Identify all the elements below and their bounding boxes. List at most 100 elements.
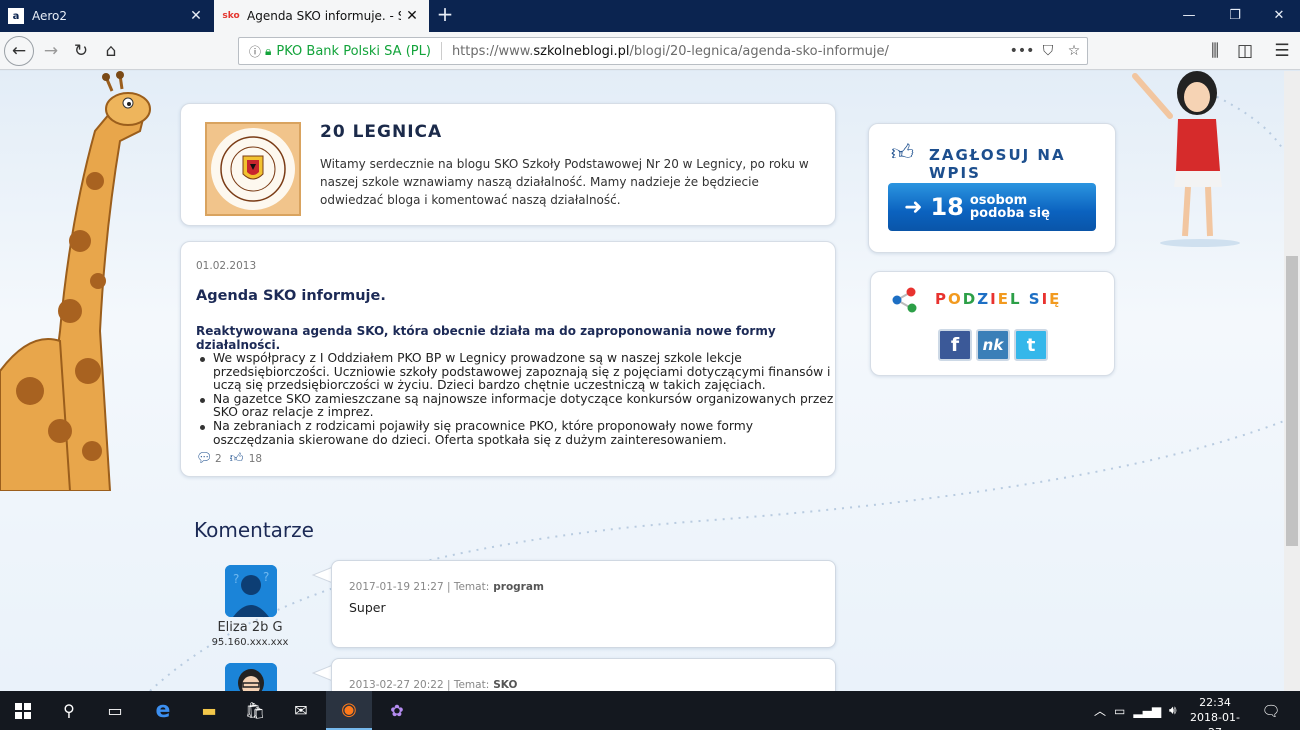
share-title-letter: Z [977,290,991,308]
aero2-favicon-icon: a [8,8,24,24]
likes-count[interactable]: 18 [249,453,262,465]
school-crest-logo[interactable] [205,122,301,216]
pocket-icon[interactable]: ⛉ [1035,43,1061,59]
chevron-up-icon[interactable]: ︿ [1094,702,1106,719]
comment-item: 2013-02-27 20:22 | Temat: SKO [331,658,836,691]
thumbs-up-icon: 👍︎ [891,141,914,166]
vote-title: ZAGŁOSUJ NA WPIS [929,146,1066,182]
tab-aero2[interactable]: a Aero2 ✕ [0,0,213,32]
comment-item: 2017-01-19 21:27 | Temat: program Super [331,560,836,648]
battery-icon[interactable]: ▭ [1114,704,1125,718]
library-icon[interactable]: ⫼ [1201,37,1229,65]
restore-icon[interactable]: ❐ [1212,0,1258,32]
more-icon[interactable]: ••• [1009,43,1035,59]
app-icon[interactable]: ✿ [374,691,420,730]
tab-title: Agenda SKO informuje. - Szkolne [247,9,401,23]
list-item: Na gazetce SKO zamieszczane są najnowsze… [196,392,836,420]
start-windows-icon[interactable] [0,691,46,730]
url-separator [440,42,442,60]
post-lead: Reaktywowana agenda SKO, która obecnie d… [196,324,776,352]
twitter-share-button[interactable]: t [1014,329,1048,361]
clock[interactable]: 22:34 2018-01-27 [1186,695,1244,730]
comments-count[interactable]: 2 [215,453,222,465]
sko-favicon-icon: sko [222,11,240,21]
share-title-letter: E [997,290,1010,308]
facebook-share-button[interactable]: f [938,329,972,361]
network-icon[interactable]: ▂▄▆ [1133,704,1161,718]
close-tab-icon[interactable]: ✕ [401,8,423,24]
tab-agenda-sko[interactable]: sko Agenda SKO informuje. - Szkolne ✕ [214,0,429,32]
comments-heading: Komentarze [194,518,314,542]
page-viewport: 20 LEGNICA Witamy serdecznie na blogu SK… [0,71,1284,691]
comment-meta: 2013-02-27 20:22 | Temat: SKO [349,679,518,691]
menu-icon[interactable]: ☰ [1268,37,1296,65]
sidebar-icon[interactable]: ◫ [1231,37,1259,65]
firefox-icon[interactable]: ◉ [326,691,372,730]
vote-card: 👍︎ ZAGŁOSUJ NA WPIS ➜ 18 osobom podoba si… [868,123,1116,253]
new-tab-button[interactable]: + [434,4,456,26]
search-icon[interactable]: ⚲ [46,691,92,730]
system-tray: ︿ ▭ ▂▄▆ 🔊︎ [1094,691,1177,730]
taskbar: ⚲ ▭ e ▬ 🛍︎ ✉ ◉ ✿ ︿ ▭ ▂▄▆ 🔊︎ 22:34 2018-0… [0,691,1300,730]
share-title-letter: O [948,290,963,308]
url-text[interactable]: https://www.szkolneblogi.pl/blogi/20-leg… [452,44,1009,59]
back-icon[interactable]: ← [4,36,34,66]
share-title: PODZIEL SIĘ [935,290,1061,308]
vote-count: 18 [930,193,964,221]
arrow-right-icon: ➜ [904,194,923,220]
post-title[interactable]: Agenda SKO informuje. [196,288,386,304]
mail-icon[interactable]: ✉ [278,691,324,730]
edge-icon[interactable]: e [140,691,186,730]
user-avatar-icon [225,663,277,691]
notifications-icon[interactable]: 🗨︎ [1256,691,1286,730]
nk-share-button[interactable]: nk [976,329,1010,361]
scrollbar-thumb[interactable] [1286,256,1298,546]
bookmark-star-icon[interactable]: ☆ [1061,43,1087,59]
page-scrollbar[interactable] [1284,71,1300,691]
vote-label: osobom podoba się [969,193,1050,221]
volume-icon[interactable]: 🔊︎ [1169,703,1177,718]
crest-icon [220,136,286,202]
share-title-letter: I [990,290,998,308]
giraffe-illustration [0,71,151,491]
home-icon[interactable]: ⌂ [97,37,125,65]
tab-bar: a Aero2 ✕ sko Agenda SKO informuje. - Sz… [0,0,1300,32]
certificate-org[interactable]: PKO Bank Polski SA (PL) [276,44,431,59]
share-icon [892,287,917,313]
store-icon[interactable]: 🛍︎ [232,691,278,730]
blog-title[interactable]: 20 LEGNICA [320,122,442,142]
file-explorer-icon[interactable]: ▬ [186,691,232,730]
share-card: PODZIEL SIĘ f nk t [870,271,1115,376]
comment-meta: 2017-01-19 21:27 | Temat: program [349,581,544,593]
close-window-icon[interactable]: ✕ [1256,0,1300,32]
forward-icon[interactable]: → [37,37,65,65]
task-view-icon[interactable]: ▭ [92,691,138,730]
url-bar[interactable]: ⓘ 🔒︎ PKO Bank Polski SA (PL) https://www… [238,37,1088,65]
share-buttons: f nk t [938,329,1048,361]
blog-header-card: 20 LEGNICA Witamy serdecznie na blogu SK… [180,103,836,226]
reload-icon[interactable]: ↻ [67,37,95,65]
avatar[interactable] [225,663,277,691]
bubble-tail [311,566,333,584]
post-stats: 💬︎ 2 👍︎ 18 [196,452,270,466]
list-item: We współpracy z I Oddziałem PKO BP w Leg… [196,351,836,393]
svg-text:?: ? [233,572,239,586]
girl-illustration [1132,71,1240,247]
post-date: 01.02.2013 [196,260,257,272]
share-title-letter: S [1028,290,1042,308]
minimize-icon[interactable]: — [1166,0,1212,32]
avatar[interactable]: ? ? [225,565,277,617]
info-icon[interactable]: ⓘ [245,43,265,60]
vote-button[interactable]: ➜ 18 osobom podoba się [888,183,1096,231]
comments-icon[interactable]: 💬︎ [196,452,213,466]
share-title-letter: P [935,290,948,308]
comment-author: Eliza 2b G [217,620,283,635]
svg-text:?: ? [263,570,269,584]
post-card: 01.02.2013 Agenda SKO informuje. Reaktyw… [180,241,836,477]
close-tab-icon[interactable]: ✕ [185,8,207,24]
post-list: We współpracy z I Oddziałem PKO BP w Leg… [196,351,836,447]
comment-ip: 95.160.xxx.xxx [211,637,289,648]
list-item: Na zebraniach z rodzicami pojawiły się p… [196,419,836,447]
share-title-letter: D [962,290,978,308]
thumbs-up-icon[interactable]: 👍︎ [230,452,246,466]
